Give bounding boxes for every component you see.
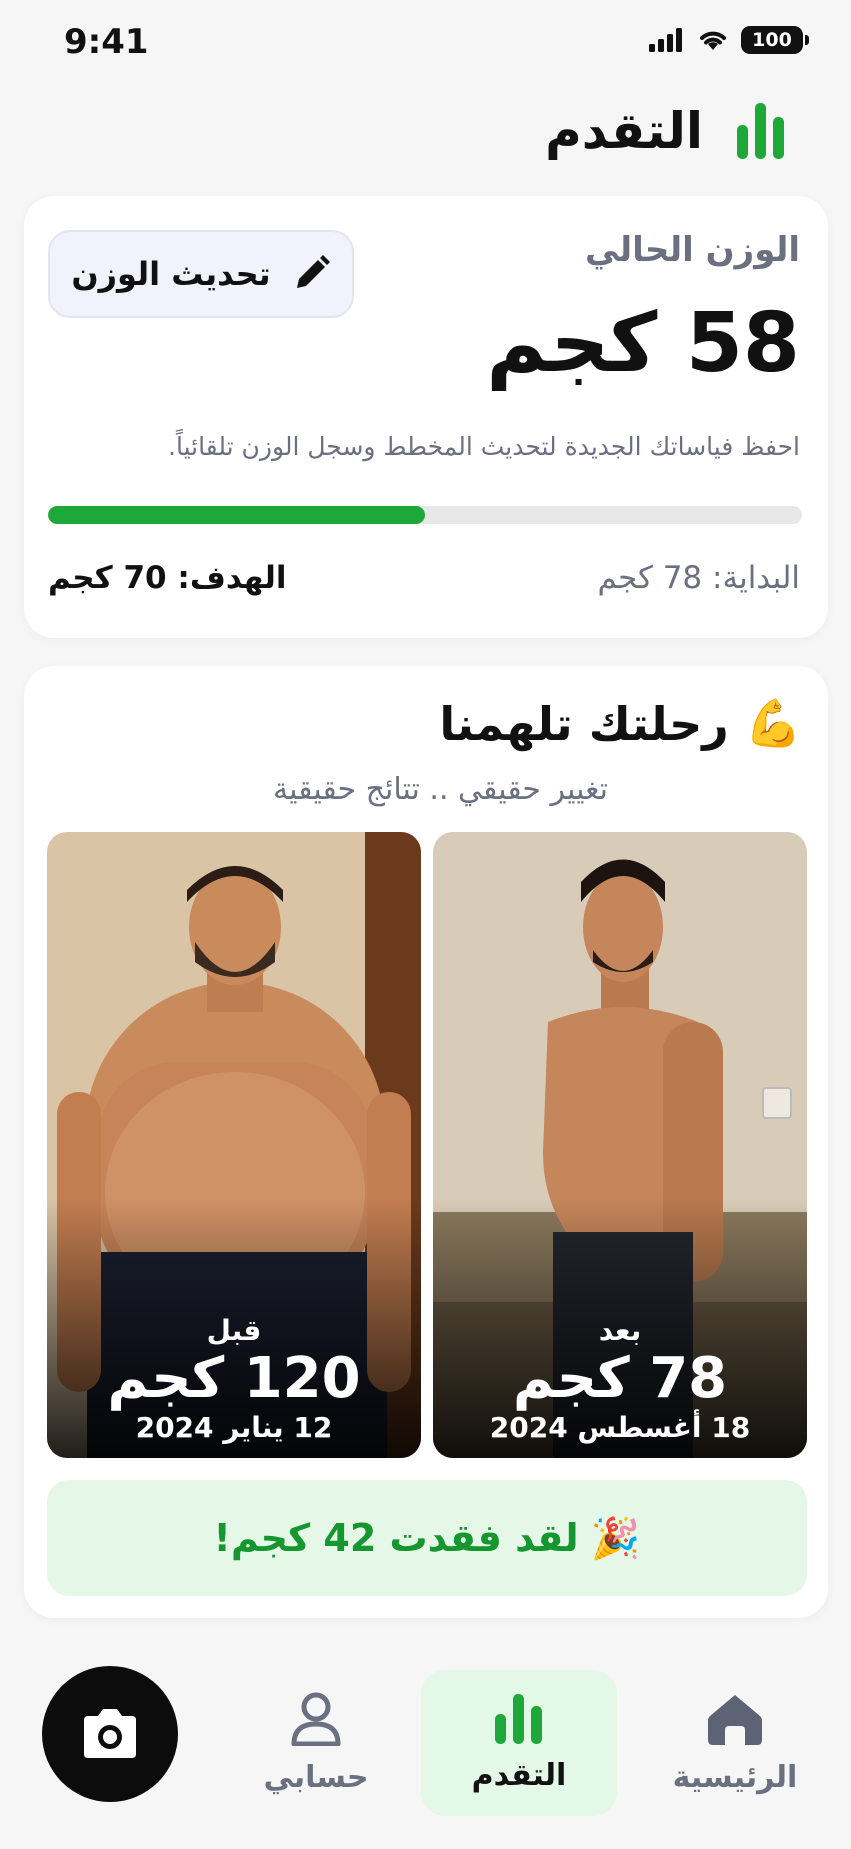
weight-loss-banner: 🎉 لقد فقدت 42 كجم! xyxy=(47,1480,807,1596)
update-weight-label: تحديث الوزن xyxy=(71,255,271,293)
pencil-icon xyxy=(296,255,330,288)
after-caption: بعد 78 كجم 18 أغسطس 2024 xyxy=(433,1314,807,1444)
before-label: قبل xyxy=(206,1314,262,1347)
signal-icon xyxy=(649,28,682,52)
before-photo[interactable]: قبل 120 كجم 12 يناير 2024 xyxy=(47,832,421,1458)
weight-description: احفظ فياساتك الجديدة لتحديث المخطط وسجل … xyxy=(168,432,800,461)
camera-icon xyxy=(84,1709,136,1758)
battery-icon: 100 xyxy=(741,26,809,54)
update-weight-button[interactable]: تحديث الوزن xyxy=(48,230,354,318)
home-icon xyxy=(708,1694,762,1745)
nav-item-home[interactable]: الرئيسية xyxy=(660,1670,810,1816)
before-caption: قبل 120 كجم 12 يناير 2024 xyxy=(47,1314,421,1444)
after-photo[interactable]: بعد 78 كجم 18 أغسطس 2024 xyxy=(433,832,807,1458)
journey-title: 💪 رحلتك تلهمنا xyxy=(439,696,802,751)
journey-subtitle: تغيير حقيقي .. تتائج حقيقية xyxy=(273,772,608,807)
after-weight: 78 كجم xyxy=(512,1346,728,1411)
before-date: 12 يناير 2024 xyxy=(135,1411,333,1444)
current-weight-label: الوزن الحالي xyxy=(584,230,800,270)
journey-card: 💪 رحلتك تلهمنا تغيير حقيقي .. تتائج حقيق… xyxy=(24,666,828,1618)
status-icons: 100 xyxy=(649,26,809,54)
status-time: 9:41 xyxy=(64,22,149,62)
before-weight: 120 كجم xyxy=(107,1346,361,1411)
user-icon xyxy=(291,1692,341,1746)
journey-title-text: رحلتك تلهمنا xyxy=(439,696,729,751)
weight-card: الوزن الحالي 58 كجم تحديث الوزن احفظ فيا… xyxy=(24,196,828,638)
after-label: بعد xyxy=(598,1314,642,1347)
goal-weight: الهدف: 70 كجم xyxy=(48,560,287,596)
nav-label-progress: التقدم xyxy=(471,1757,567,1793)
page-header: التقدم xyxy=(545,102,785,160)
weight-loss-text: لقد فقدت 42 كجم! xyxy=(213,1516,579,1560)
bar-chart-icon xyxy=(495,1693,542,1744)
nav-item-progress[interactable]: التقدم xyxy=(421,1670,617,1816)
after-date: 18 أغسطس 2024 xyxy=(489,1411,751,1444)
start-weight: البداية: 78 كجم xyxy=(597,560,800,596)
flexed-biceps-icon: 💪 xyxy=(744,696,802,750)
battery-level: 100 xyxy=(752,29,792,51)
camera-button[interactable] xyxy=(42,1666,178,1802)
nav-label-home: الرئيسية xyxy=(672,1759,798,1795)
party-popper-icon: 🎉 xyxy=(590,1515,641,1562)
wifi-icon xyxy=(700,31,726,50)
nav-label-account: حسابي xyxy=(263,1759,369,1795)
current-weight-value: 58 كجم xyxy=(486,296,800,391)
weight-progress-bar xyxy=(48,506,802,524)
weight-progress-fill xyxy=(48,506,425,524)
bar-chart-icon xyxy=(737,103,784,159)
nav-item-account[interactable]: حسابي xyxy=(248,1670,384,1816)
page-title: التقدم xyxy=(545,102,703,160)
